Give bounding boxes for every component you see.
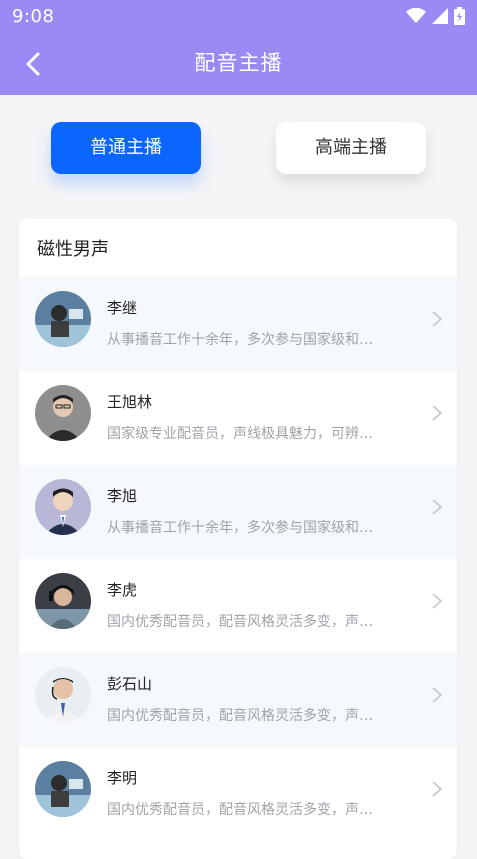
anchor-name: 李明 (107, 769, 138, 787)
anchor-description: 国内优秀配音员，配音风格灵活多变，声… (107, 614, 373, 630)
battery-icon (454, 7, 465, 25)
anchor-name: 彭石山 (107, 675, 153, 693)
tab-premium-anchor[interactable]: 高端主播 (276, 122, 426, 174)
anchor-description: 国内优秀配音员，配音风格灵活多变，声… (107, 708, 373, 724)
page-title: 配音主播 (194, 51, 283, 75)
status-icons (406, 6, 465, 26)
avatar (35, 573, 91, 629)
anchor-list-card: 磁性男声 李继 从事播音工作十余年，多次参与国家级和… 王旭林 国家级专业配音员… (19, 219, 457, 859)
chevron-right-icon (432, 499, 443, 515)
list-item[interactable]: 彭石山 国内优秀配音员，配音风格灵活多变，声… (19, 653, 457, 747)
list-item[interactable]: 李虎 国内优秀配音员，配音风格灵活多变，声… (19, 559, 457, 653)
avatar (35, 291, 91, 347)
anchor-description: 国家级专业配音员，声线极具魅力，可辨… (107, 426, 373, 442)
section-title: 磁性男声 (37, 239, 109, 260)
anchor-description: 国内优秀配音员，配音风格灵活多变，声… (107, 802, 373, 818)
chevron-right-icon (432, 781, 443, 797)
anchor-name: 李旭 (107, 487, 138, 505)
list-item[interactable]: 李继 从事播音工作十余年，多次参与国家级和… (19, 277, 457, 371)
status-bar: 9:08 (0, 0, 477, 32)
anchor-description: 从事播音工作十余年，多次参与国家级和… (107, 332, 373, 348)
anchor-description: 从事播音工作十余年，多次参与国家级和… (107, 520, 373, 536)
list-item[interactable]: 李明 国内优秀配音员，配音风格灵活多变，声… (19, 747, 457, 841)
chevron-right-icon (432, 405, 443, 421)
signal-icon (432, 8, 448, 24)
avatar (35, 479, 91, 535)
anchor-name: 李继 (107, 299, 138, 317)
avatar (35, 761, 91, 817)
avatar (35, 385, 91, 441)
nav-bar: 配音主播 (0, 32, 477, 95)
chevron-right-icon (432, 593, 443, 609)
list-item[interactable]: 李旭 从事播音工作十余年，多次参与国家级和… (19, 465, 457, 559)
chevron-right-icon (432, 311, 443, 327)
status-time: 9:08 (12, 6, 55, 27)
chevron-right-icon (432, 687, 443, 703)
avatar (35, 667, 91, 723)
anchor-name: 李虎 (107, 581, 138, 599)
anchor-list: 李继 从事播音工作十余年，多次参与国家级和… 王旭林 国家级专业配音员，声线极具… (19, 277, 457, 841)
app-header: 9:08 配音主播 (0, 0, 477, 95)
tab-regular-anchor[interactable]: 普通主播 (51, 122, 201, 174)
wifi-icon (406, 8, 426, 23)
anchor-name: 王旭林 (107, 393, 153, 411)
list-item[interactable]: 王旭林 国家级专业配音员，声线极具魅力，可辨… (19, 371, 457, 465)
